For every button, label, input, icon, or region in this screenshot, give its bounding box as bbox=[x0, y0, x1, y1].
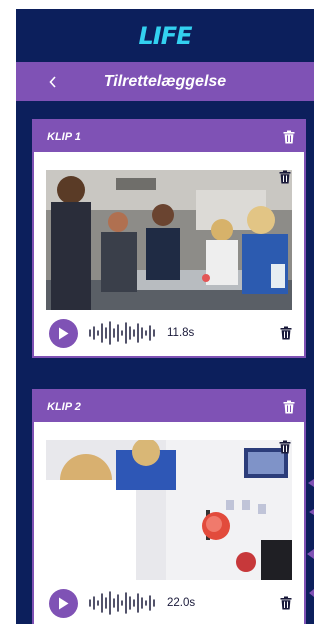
delete-clip-icon[interactable] bbox=[283, 130, 295, 144]
waveform-icon bbox=[89, 321, 155, 345]
clip-duration: 22.0s bbox=[167, 597, 196, 609]
clip-title: KLIP 1 bbox=[47, 130, 81, 143]
app-screen: LIFE Tilrettelæggelse KLIP 1 11.8s KLIP … bbox=[16, 9, 314, 624]
play-icon bbox=[59, 597, 69, 609]
waveform-icon bbox=[89, 591, 155, 615]
clip-header: KLIP 1 bbox=[34, 121, 304, 152]
clip-title: KLIP 2 bbox=[47, 400, 81, 413]
clip-header: KLIP 2 bbox=[34, 391, 304, 422]
play-icon bbox=[59, 327, 69, 339]
audio-player: 11.8s bbox=[34, 310, 304, 356]
clip-duration: 11.8s bbox=[167, 327, 195, 339]
clip-image[interactable] bbox=[46, 440, 292, 580]
delete-audio-icon[interactable] bbox=[280, 326, 292, 340]
chevron-left-icon bbox=[49, 75, 56, 88]
delete-audio-icon[interactable] bbox=[280, 596, 292, 610]
students-experiment-photo bbox=[46, 170, 292, 310]
logo-bar: LIFE bbox=[16, 9, 314, 62]
title-bar: Tilrettelæggelse bbox=[16, 62, 314, 101]
audio-player: 22.0s bbox=[34, 580, 304, 624]
play-button[interactable] bbox=[49, 318, 78, 348]
back-button[interactable] bbox=[42, 62, 64, 101]
delete-clip-icon[interactable] bbox=[283, 400, 295, 414]
delete-image-icon[interactable] bbox=[279, 170, 291, 184]
clip-card: KLIP 1 11.8s bbox=[32, 119, 306, 358]
play-button[interactable] bbox=[49, 588, 78, 618]
pipetting-photo bbox=[46, 440, 292, 580]
delete-image-icon[interactable] bbox=[279, 440, 291, 454]
clip-card: KLIP 2 22.0s bbox=[32, 389, 306, 624]
app-logo: LIFE bbox=[138, 21, 192, 50]
clip-image[interactable] bbox=[46, 170, 292, 310]
